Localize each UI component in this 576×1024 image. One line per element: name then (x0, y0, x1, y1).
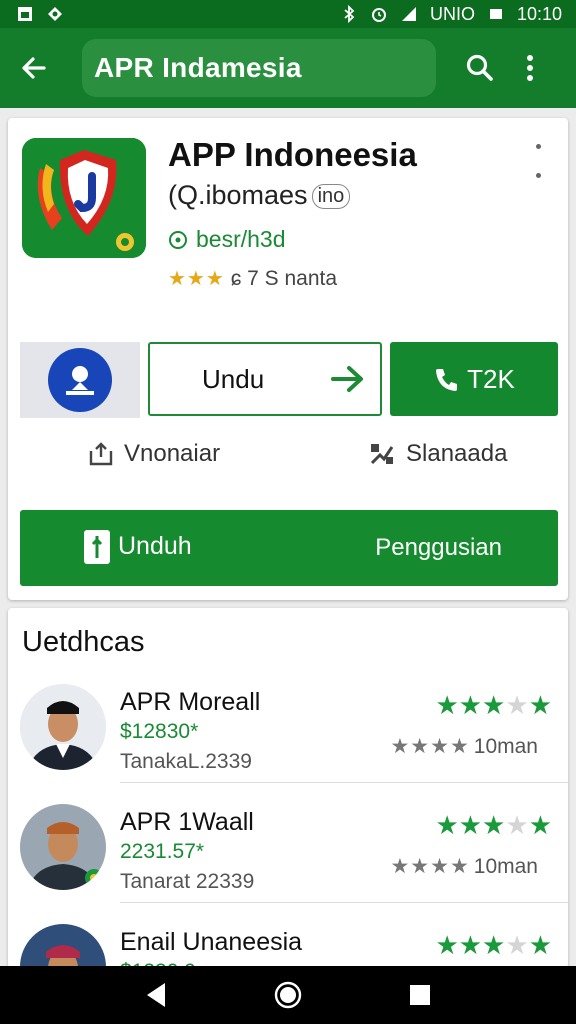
stars-off: ★ (505, 930, 529, 960)
download-button[interactable]: Undu (148, 342, 382, 416)
avatar (20, 684, 106, 770)
item-stars: ★★★★★ (435, 810, 552, 841)
rating-text: ɕ 7 S nanta (230, 266, 338, 290)
more-vert-icon (527, 55, 533, 81)
arrow-left-icon (22, 57, 46, 79)
list-item[interactable]: APR 1Waall 2231.57* Tanarat 22339 ★★★★★ … (8, 792, 568, 910)
item-rating: ★★★★ 10man (390, 734, 538, 759)
compare-icon (370, 444, 394, 465)
item-price: 2231.57* (120, 840, 205, 863)
item-stars: ★★★★★ (435, 690, 552, 721)
nav-back-button[interactable] (134, 973, 178, 1017)
item-rating-text: 10man (473, 734, 538, 758)
clock-text: 10:10 (516, 3, 562, 24)
item-price: $12830* (120, 720, 199, 743)
list-item[interactable]: Enail Unaneesia $1230.9 ★★★★★ (8, 912, 568, 968)
stars-on: ★★★ (435, 690, 506, 720)
item-name: APR 1Waall (120, 808, 254, 836)
developer-list-card: Uetdhcas APR Moreall $12830* TanakaL.233… (8, 608, 568, 968)
nav-home-button[interactable] (266, 973, 310, 1017)
app-title: APP Indoneesia (168, 136, 417, 173)
stars-last: ★ (528, 930, 552, 960)
square-recents-icon (410, 985, 430, 1005)
home-circle-icon (274, 981, 302, 1009)
secondary-action-right[interactable]: Slanaada (368, 440, 507, 468)
share-box-icon (89, 442, 113, 466)
search-button[interactable] (458, 46, 502, 90)
call-label: T2K (467, 363, 515, 394)
triangle-back-icon (147, 983, 165, 1007)
item-stars: ★★★★★ (435, 930, 552, 961)
primary-left-label: Unduh (118, 532, 192, 560)
bluetooth-icon (344, 5, 355, 23)
app-notification-icon (48, 7, 62, 21)
user-avatar-icon (48, 348, 112, 412)
status-bar: UNIO 10:10 (0, 0, 576, 28)
item-meta: TanakaL.2339 (120, 750, 252, 773)
download-label: Undu (202, 363, 265, 394)
status-left (16, 5, 64, 23)
search-icon (466, 54, 493, 81)
rating-stars: ★★★ (168, 268, 225, 290)
primary-right-label: Penggusian (375, 534, 502, 561)
stars-off: ★ (505, 810, 529, 840)
alarm-icon (371, 8, 386, 22)
avatar (20, 804, 106, 890)
back-button[interactable] (12, 46, 56, 90)
profile-button[interactable] (20, 342, 140, 418)
verified-row: besr/h3d (168, 226, 286, 253)
secondary-right-label: Slanaada (406, 440, 508, 467)
list-title: Uetdhcas (22, 626, 145, 658)
search-input[interactable]: APR Indamesia (82, 39, 436, 97)
grey-stars: ★★★★ (390, 735, 470, 758)
document-icon (84, 530, 110, 564)
arrow-right-icon (331, 366, 363, 392)
app-developer: (Q.ibomaes ino (168, 180, 351, 211)
card-menu-button[interactable] (528, 144, 548, 178)
rating-row: ★★★ ɕ 7 S nanta (168, 266, 337, 291)
secondary-left-label: Vnonaiar (124, 440, 221, 467)
signal-icon (401, 7, 416, 21)
stars-off: ★ (505, 690, 529, 720)
item-meta: Tanarat 22339 (120, 870, 255, 893)
nav-recents-button[interactable] (398, 973, 442, 1017)
primary-action-button[interactable]: Unduh Penggusian (20, 510, 558, 586)
app-bar: APR Indamesia (0, 28, 576, 108)
divider (120, 782, 568, 783)
verified-text: besr/h3d (196, 226, 286, 252)
app-detail-card: APP Indoneesia (Q.ibomaes ino besr/h3d ★★… (8, 118, 568, 600)
system-nav-bar (0, 966, 576, 1024)
list-item[interactable]: APR Moreall $12830* TanakaL.2339 ★★★★★ ★… (8, 672, 568, 790)
menu-dot-icon (535, 173, 541, 178)
phone-icon (436, 369, 458, 391)
menu-dot-icon (535, 144, 541, 149)
item-rating-text: 10man (473, 854, 538, 878)
app-developer-text: (Q.ibomaes (168, 180, 308, 210)
app-logo-icon (22, 138, 146, 258)
avatar (20, 924, 106, 968)
item-rating: ★★★★ 10man (390, 854, 538, 879)
stars-last: ★ (528, 810, 552, 840)
stars-last: ★ (528, 690, 552, 720)
grey-stars: ★★★★ (390, 855, 470, 878)
battery-icon (489, 9, 502, 19)
status-right: UNIO 10:10 (340, 4, 562, 25)
call-button[interactable]: T2K (390, 342, 558, 416)
divider (120, 902, 568, 903)
carrier-text: UNIO (429, 3, 475, 24)
image-notification-icon (18, 7, 32, 21)
developer-tag: ino (311, 184, 351, 210)
secondary-action-left[interactable]: Vnonaiar (88, 440, 220, 468)
item-name: APR Moreall (120, 688, 261, 716)
item-name: Enail Unaneesia (120, 928, 303, 956)
stars-on: ★★★ (435, 810, 506, 840)
verified-icon (169, 230, 187, 249)
more-options-button[interactable] (512, 46, 548, 90)
stars-on: ★★★ (435, 930, 506, 960)
